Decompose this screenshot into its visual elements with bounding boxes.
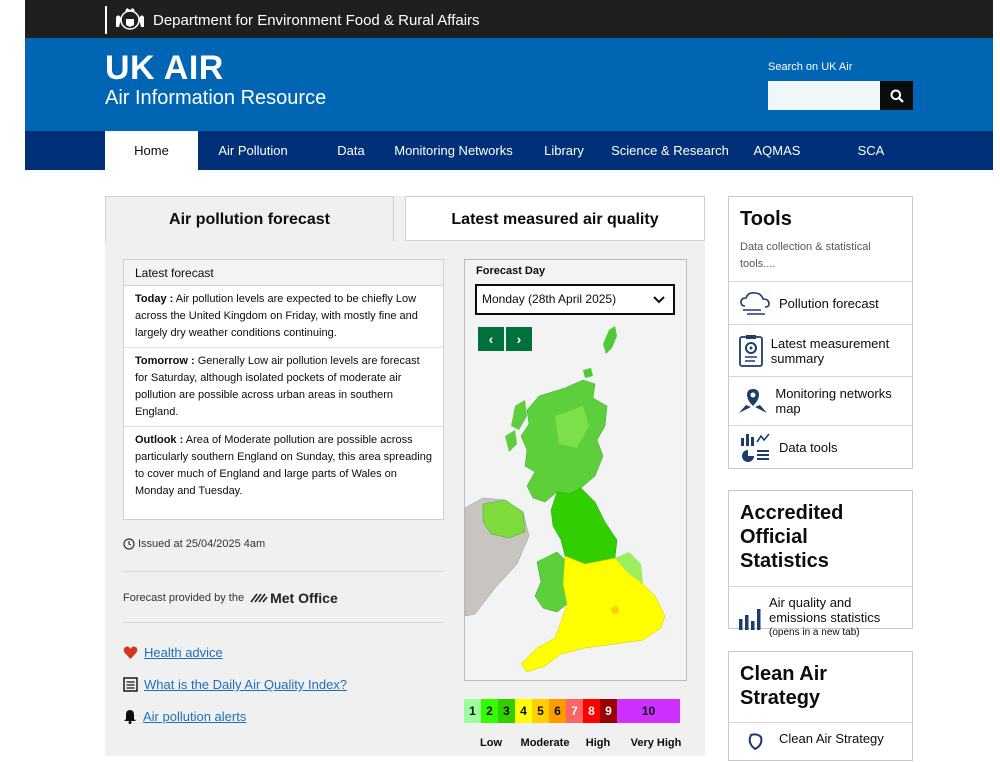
scale-label-moderate: Moderate: [520, 737, 570, 749]
accredited-title: Accredited Official Statistics: [740, 502, 844, 572]
daqi-band-4: 4: [515, 699, 532, 723]
search-button[interactable]: [880, 81, 913, 110]
forecast-provider: Forecast provided by the Met Office: [123, 590, 338, 606]
tab-air-pollution-forecast[interactable]: Air pollution forecast: [105, 196, 394, 241]
met-office-name: Met Office: [270, 590, 338, 606]
daqi-band-2: 2: [481, 699, 498, 723]
nav-library[interactable]: Library: [537, 131, 591, 170]
department-link[interactable]: Department for Environment Food & Rural …: [105, 6, 480, 34]
accredited-stats-panel: Accredited Official Statistics Air quali…: [728, 490, 913, 638]
forecast-today: Today : Air pollution levels are expecte…: [124, 286, 443, 348]
forecast-day-value: Monday (28th April 2025): [482, 292, 617, 306]
clipboard-gauge-icon: [738, 334, 763, 367]
alerts-link[interactable]: Air pollution alerts: [123, 709, 246, 724]
latest-forecast-heading: Latest forecast: [124, 260, 443, 286]
forecast-outlook: Outlook : Area of Moderate pollution are…: [124, 427, 443, 505]
nav-air-pollution[interactable]: Air Pollution: [208, 131, 298, 170]
search-input[interactable]: [768, 81, 880, 110]
bar-chart-icon: [739, 608, 761, 630]
nav-sca[interactable]: SCA: [850, 131, 892, 170]
tools-panel: Tools Data collection & statistical tool…: [728, 196, 913, 469]
forecast-day-select[interactable]: Monday (28th April 2025): [475, 284, 675, 315]
tool-pollution-forecast[interactable]: Pollution forecast: [729, 281, 912, 324]
heart-icon: [123, 646, 138, 659]
daqi-link[interactable]: What is the Daily Air Quality Index?: [123, 677, 347, 692]
forecast-map-widget: Forecast Day Monday (28th April 2025) ‹ …: [464, 259, 687, 681]
divider: [123, 622, 444, 623]
latest-forecast-card: Latest forecast Today : Air pollution le…: [123, 259, 444, 520]
daqi-text[interactable]: What is the Daily Air Quality Index?: [144, 677, 347, 692]
health-advice-text[interactable]: Health advice: [144, 645, 223, 660]
site-header: UK AIR Air Information Resource Search o…: [25, 38, 993, 131]
daqi-scale: 1 2 3 4 5 6 7 8 9 10: [464, 699, 680, 723]
bell-icon: [124, 710, 136, 724]
main-nav: Home Air Pollution Data Monitoring Netwo…: [25, 131, 993, 170]
tool-label: Data tools: [779, 439, 838, 455]
daqi-band-3: 3: [498, 699, 515, 723]
daqi-band-9: 9: [600, 699, 617, 723]
uk-forecast-map[interactable]: [465, 326, 687, 676]
cloud-wind-icon: [740, 292, 770, 315]
daqi-band-5: 5: [532, 699, 549, 723]
tomorrow-label: Tomorrow :: [135, 355, 195, 367]
document-list-icon: [123, 677, 138, 692]
today-label: Today :: [135, 293, 174, 305]
health-advice-link[interactable]: Health advice: [123, 645, 223, 660]
clean-air-strategy-panel: Clean Air Strategy Clean Air Strategy: [728, 651, 913, 761]
forecast-tomorrow: Tomorrow : Generally Low air pollution l…: [124, 348, 443, 427]
clean-air-title: Clean Air Strategy: [740, 663, 828, 709]
clean-air-strategy-link[interactable]: Clean Air Strategy: [729, 722, 912, 762]
provided-by-text: Forecast provided by the: [123, 592, 245, 604]
clock-icon: [123, 538, 135, 550]
site-brand[interactable]: UK AIR Air Information Resource: [105, 50, 326, 110]
air-quality-stats-label: Air quality and emissions statistics: [769, 595, 881, 625]
scale-label-very-high: Very High: [630, 737, 682, 749]
tool-label: Monitoring networks map: [775, 386, 892, 416]
leaf-icon: [748, 733, 763, 751]
daqi-band-6: 6: [549, 699, 566, 723]
search-label: Search on UK Air: [768, 61, 853, 73]
new-tab-note: (opens in a new tab): [769, 627, 860, 638]
forecast-panel: Air pollution forecast Latest measured a…: [105, 196, 705, 756]
daqi-band-10: 10: [617, 699, 680, 723]
tool-label: Pollution forecast: [779, 295, 879, 311]
tools-title: Tools: [740, 208, 792, 230]
nav-monitoring-networks[interactable]: Monitoring Networks: [391, 131, 516, 170]
divider: [123, 571, 444, 572]
air-quality-stats-link[interactable]: Air quality and emissions statistics (op…: [729, 586, 912, 648]
daqi-band-8: 8: [583, 699, 600, 723]
met-office-icon: [250, 593, 268, 603]
nav-home[interactable]: Home: [105, 131, 198, 170]
forecast-day-label: Forecast Day: [476, 265, 546, 277]
met-office-logo[interactable]: Met Office: [250, 590, 338, 606]
alerts-text[interactable]: Air pollution alerts: [143, 709, 246, 724]
tools-subtitle: Data collection & statistical tools....: [740, 241, 871, 270]
nav-science-research[interactable]: Science & Research: [609, 131, 731, 170]
today-text: Air pollution levels are expected to be …: [135, 293, 418, 339]
chevron-down-icon: [653, 296, 665, 304]
tool-latest-measurement[interactable]: Latest measurement summary: [729, 324, 912, 376]
royal-crest-icon: [116, 8, 144, 30]
nav-data[interactable]: Data: [325, 131, 377, 170]
daqi-band-7: 7: [566, 699, 583, 723]
site-subtitle: Air Information Resource: [105, 87, 327, 109]
tab-latest-measured[interactable]: Latest measured air quality: [405, 196, 705, 241]
govt-topbar: Department for Environment Food & Rural …: [25, 0, 993, 38]
data-charts-icon: [741, 433, 770, 462]
site-title: UK AIR: [105, 49, 224, 87]
tool-data-tools[interactable]: Data tools: [729, 425, 912, 468]
search-icon: [890, 89, 904, 103]
issued-text: Issued at 25/04/2025 4am: [138, 538, 266, 550]
scale-label-low: Low: [480, 737, 502, 749]
department-name: Department for Environment Food & Rural …: [153, 11, 480, 29]
map-pin-icon: [739, 389, 768, 413]
daqi-band-1: 1: [464, 699, 481, 723]
outlook-label: Outlook :: [135, 434, 184, 446]
scale-label-high: High: [585, 737, 611, 749]
tool-label: Latest measurement summary: [770, 335, 890, 366]
tool-monitoring-map[interactable]: Monitoring networks map: [729, 376, 912, 425]
clean-air-label: Clean Air Strategy: [779, 731, 884, 746]
issued-timestamp: Issued at 25/04/2025 4am: [123, 538, 265, 550]
nav-aqmas[interactable]: AQMAS: [747, 131, 807, 170]
